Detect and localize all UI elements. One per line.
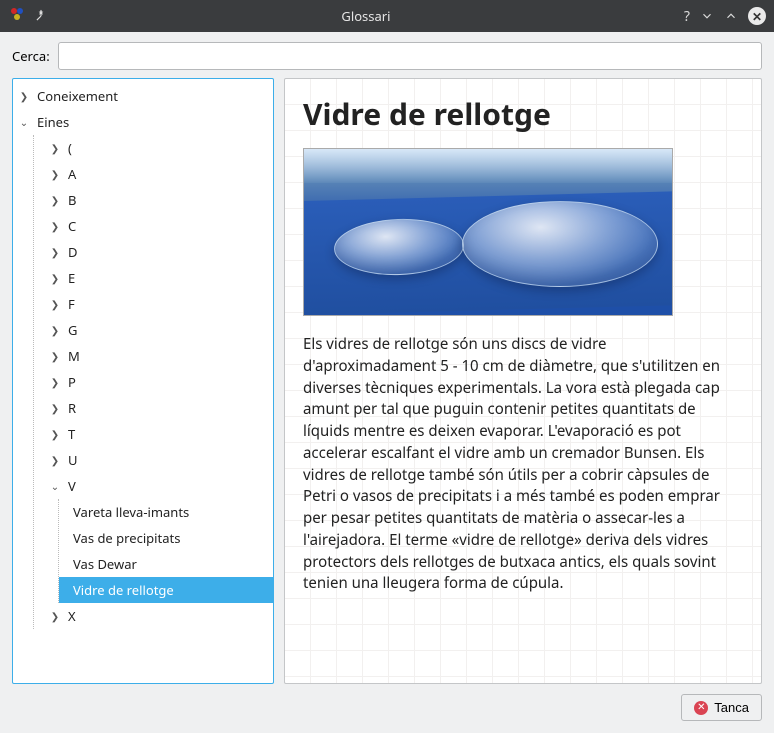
window-title: Glossari <box>56 7 676 25</box>
close-button[interactable]: ✕ Tanca <box>681 694 762 721</box>
chevron-right-icon: ❯ <box>48 141 62 155</box>
tree-node-coneixement[interactable]: ❯ Coneixement <box>13 83 273 109</box>
tree-leaf-vareta[interactable]: Vareta lleva-imants <box>59 499 273 525</box>
chevron-right-icon: ❯ <box>48 167 62 181</box>
minimize-icon[interactable] <box>700 9 714 23</box>
search-input[interactable] <box>58 42 762 70</box>
close-window-icon[interactable]: ✕ <box>748 7 766 25</box>
tree-node-e[interactable]: ❯E <box>34 265 273 291</box>
pin-icon[interactable] <box>34 9 48 23</box>
content-panel: Vidre de rellotge Els vidres de rellotge… <box>284 78 762 684</box>
help-icon[interactable]: ? <box>684 7 690 26</box>
tree-node-u[interactable]: ❯U <box>34 447 273 473</box>
chevron-right-icon: ❯ <box>48 427 62 441</box>
tree-node-g[interactable]: ❯G <box>34 317 273 343</box>
content-image <box>303 148 673 316</box>
tree-node-a[interactable]: ❯A <box>34 161 273 187</box>
tree-node-r[interactable]: ❯R <box>34 395 273 421</box>
app-icon <box>8 5 26 27</box>
search-row: Cerca: <box>12 42 762 70</box>
tree-node-x[interactable]: ❯X <box>34 603 273 629</box>
chevron-right-icon: ❯ <box>48 297 62 311</box>
content-title: Vidre de rellotge <box>303 93 743 134</box>
maximize-icon[interactable] <box>724 9 738 23</box>
chevron-right-icon: ❯ <box>48 349 62 363</box>
tree-node-paren[interactable]: ❯( <box>34 135 273 161</box>
tree-node-m[interactable]: ❯M <box>34 343 273 369</box>
chevron-right-icon: ❯ <box>17 89 31 103</box>
chevron-down-icon: ⌄ <box>48 479 62 493</box>
chevron-right-icon: ❯ <box>48 609 62 623</box>
tree-node-eines[interactable]: ⌄ Eines <box>13 109 273 135</box>
tree-node-b[interactable]: ❯B <box>34 187 273 213</box>
chevron-right-icon: ❯ <box>48 375 62 389</box>
titlebar: Glossari ? ✕ <box>0 0 774 32</box>
search-label: Cerca: <box>12 47 50 65</box>
tree-node-f[interactable]: ❯F <box>34 291 273 317</box>
chevron-right-icon: ❯ <box>48 193 62 207</box>
tree-leaf-vas-dewar[interactable]: Vas Dewar <box>59 551 273 577</box>
chevron-right-icon: ❯ <box>48 323 62 337</box>
chevron-down-icon: ⌄ <box>17 115 31 129</box>
tree-node-v[interactable]: ⌄V <box>34 473 273 499</box>
tree-panel[interactable]: ❯ Coneixement ⌄ Eines ❯( ❯A ❯B ❯C ❯D <box>12 78 274 684</box>
chevron-right-icon: ❯ <box>48 219 62 233</box>
tree-leaf-vidre-rellotge[interactable]: Vidre de rellotge <box>59 577 273 603</box>
tree-node-c[interactable]: ❯C <box>34 213 273 239</box>
chevron-right-icon: ❯ <box>48 245 62 259</box>
tree-node-p[interactable]: ❯P <box>34 369 273 395</box>
tree-leaf-vas-precipitats[interactable]: Vas de precipitats <box>59 525 273 551</box>
chevron-right-icon: ❯ <box>48 453 62 467</box>
content-body: Els vidres de rellotge són uns discs de … <box>303 334 743 595</box>
chevron-right-icon: ❯ <box>48 271 62 285</box>
tree-node-t[interactable]: ❯T <box>34 421 273 447</box>
close-button-label: Tanca <box>714 700 749 715</box>
tree-node-d[interactable]: ❯D <box>34 239 273 265</box>
close-icon: ✕ <box>694 701 708 715</box>
chevron-right-icon: ❯ <box>48 401 62 415</box>
